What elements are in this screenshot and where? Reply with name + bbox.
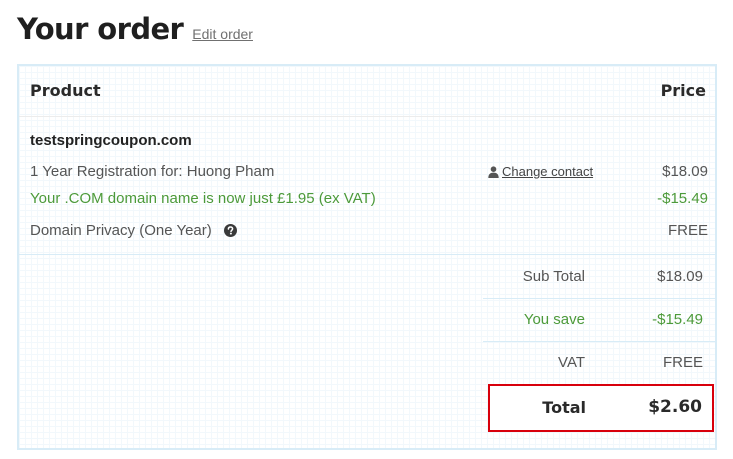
domain-name: testspringcoupon.com [30, 132, 192, 149]
heading-row: Your order Edit order [17, 12, 253, 46]
order-summary-table: Product Price testspringcoupon.com 1 Yea… [17, 64, 717, 450]
registration-line: 1 Year Registration for: Huong Pham Chan… [30, 163, 708, 183]
subtotal-label: Sub Total [522, 268, 585, 285]
privacy-price: FREE [667, 222, 708, 239]
savings-row: You save -$15.49 [483, 299, 715, 342]
registration-label: 1 Year Registration for: Huong Pham [30, 163, 275, 180]
total-row: Total $2.60 [488, 384, 714, 432]
savings-value: -$15.49 [652, 311, 703, 328]
total-label: Total [542, 398, 586, 417]
promo-line: Your .COM domain name is now just £1.95 … [30, 190, 708, 210]
subtotal-row: Sub Total $18.09 [483, 255, 715, 299]
privacy-label-wrap: Domain Privacy (One Year) [30, 222, 237, 239]
edit-order-link[interactable]: Edit order [192, 26, 253, 42]
privacy-label: Domain Privacy (One Year) [30, 222, 212, 239]
savings-label: You save [523, 311, 585, 328]
subtotal-value: $18.09 [657, 268, 703, 285]
change-contact-label: Change contact [502, 164, 594, 179]
vat-row: VAT FREE [483, 342, 715, 384]
order-page: Your order Edit order Product Price test… [0, 0, 733, 459]
price-column-header: Price [660, 81, 706, 100]
vat-value: FREE [662, 354, 703, 371]
change-contact-link[interactable]: Change contact [488, 164, 593, 179]
question-circle-icon[interactable] [223, 224, 237, 237]
promo-label: Your .COM domain name is now just £1.95 … [30, 190, 376, 207]
product-column-header: Product [30, 81, 101, 100]
table-header: Product Price [19, 66, 715, 117]
registration-price: $18.09 [662, 163, 708, 180]
total-value: $2.60 [648, 397, 702, 417]
page-title: Your order [17, 12, 184, 46]
privacy-line: Domain Privacy (One Year) FREE [30, 222, 708, 242]
user-icon [488, 165, 499, 178]
promo-price: -$15.49 [657, 190, 708, 207]
vat-label: VAT [558, 354, 585, 371]
